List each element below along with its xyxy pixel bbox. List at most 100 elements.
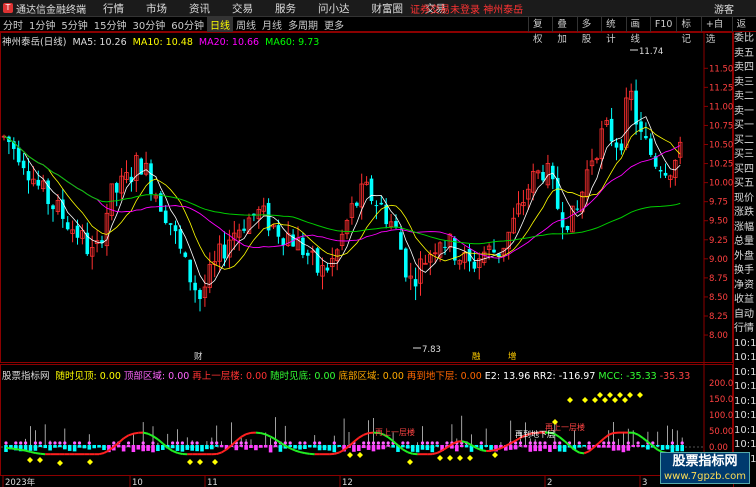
indicator-bar [82,445,87,449]
indicator-bar [562,445,567,452]
mcc-line [583,450,590,455]
price-tick-label: 11.50 [709,64,733,74]
candle-body [634,90,638,125]
price-tick-label: 8.25 [709,312,728,322]
indicator-dot [58,441,62,445]
indicator-bar [67,445,72,451]
candle-body [222,244,227,259]
indicator-name: 股票指标网 [2,371,50,382]
kline-chart[interactable]: 11.50 11.25 11.00 10.75 10.50 10.25 10.00 9.75 9… [0,0,756,487]
quote-label: 涨跌 [734,207,754,218]
indicator-bar [136,445,141,450]
indicator-bar [616,445,621,451]
signal-diamond [212,459,218,465]
indicator-dot [288,441,292,445]
candle-body [159,193,163,212]
indicator-bar [352,445,356,452]
indicator-dot [425,441,429,445]
indicator-bar [205,445,209,450]
signal-diamond [602,397,608,403]
price-tick-label: 9.25 [709,236,728,246]
candle-body [649,138,653,155]
indicator-value-2: 再上一层楼: 0.00 [192,371,268,382]
indicator-bar [28,445,33,451]
mcc-line [456,440,462,443]
ma10-value: MA10: 10.48 [132,37,193,48]
indicator-bar [553,445,557,449]
indicator-values: 随时见顶: 0.00 顶部区域: 0.00 再上一层楼: 0.00 随时见底: 0.0… [56,371,694,382]
indicator-dot [77,441,82,445]
indicator-value-9: -35.33 [659,371,691,382]
indicator-dot [4,441,8,445]
indicator-dot [24,441,28,445]
indicator-bar [523,445,528,448]
mcc-line [334,451,340,455]
indicator-bar [293,445,297,449]
signal-diamond [627,392,633,398]
indicator-bar [298,445,302,450]
mcc-line [407,451,413,455]
indicator-bar [121,445,126,452]
ma5-value: MA5: 10.26 [72,37,127,48]
candle-body [301,237,305,255]
indicator-bar [459,445,464,448]
mcc-line [167,446,174,452]
indicator-dot [126,441,131,445]
candle-body [183,252,188,257]
mcc-line [20,448,26,452]
indicator-bar [141,445,145,452]
candle-body [281,238,286,246]
indicator-bar [420,445,425,450]
indicator-bar [337,445,341,447]
price-tick-label: 10.25 [709,160,733,170]
event-mark-margin: 融 [472,351,481,362]
quote-label: 收益 [734,294,754,305]
indicator-bar [249,445,253,448]
mcc-line [5,446,12,450]
mcc-line [573,448,580,454]
signal-diamond [187,459,193,465]
indicator-bar [146,445,150,451]
candle-body [276,225,281,237]
indicator-dot [195,441,199,445]
mcc-line [358,433,365,439]
indicator-bar [606,445,611,448]
mcc-line [15,448,21,451]
indicator-dot [518,441,523,445]
mcc-line [637,433,644,439]
indicator-bar [43,445,47,449]
indicator-bar [357,445,361,452]
indicator-dot [533,441,537,445]
quote-label: 涨幅 [734,221,754,233]
indicator-dot [87,441,91,445]
indicator-dot [602,441,606,445]
quote-label: 10:1 [734,352,756,363]
indicator-dot [14,441,18,445]
indicator-dot [215,441,219,445]
mcc-line [461,440,467,444]
quote-label: 10:1 [734,395,756,407]
indicator-value-5: 再到地下层: 0.00 [406,371,482,382]
candle-body [369,178,374,201]
price-tick-label: 10.00 [709,179,733,189]
watermark-url: www.7gpzb.com [664,471,746,482]
mcc-line [10,447,16,451]
mcc-line [133,431,139,435]
indicator-dot [553,441,557,445]
indicator-bar [38,445,43,448]
mcc-line [402,448,409,454]
mcc-line [157,438,164,445]
mcc-line [172,450,178,454]
indicator-bar [97,445,101,448]
indicator-dot [607,441,611,445]
indicator-bar [92,445,96,449]
mcc-line [289,447,296,452]
price-tick-label: 10.75 [709,121,733,131]
indicator-bar [557,445,562,452]
quote-label: 现价 [734,192,754,204]
indicator-bar [151,445,155,453]
mcc-line [35,451,41,455]
quote-info-strip: 委比 卖五 卖四 卖三 卖二 卖一 买一 买二 买三 买四 买五 现价 涨跌 涨幅 总量 外盘 换手 净资 收益 自动… [733,32,756,487]
ma5-line [3,116,681,286]
indicator-dot [577,441,581,445]
